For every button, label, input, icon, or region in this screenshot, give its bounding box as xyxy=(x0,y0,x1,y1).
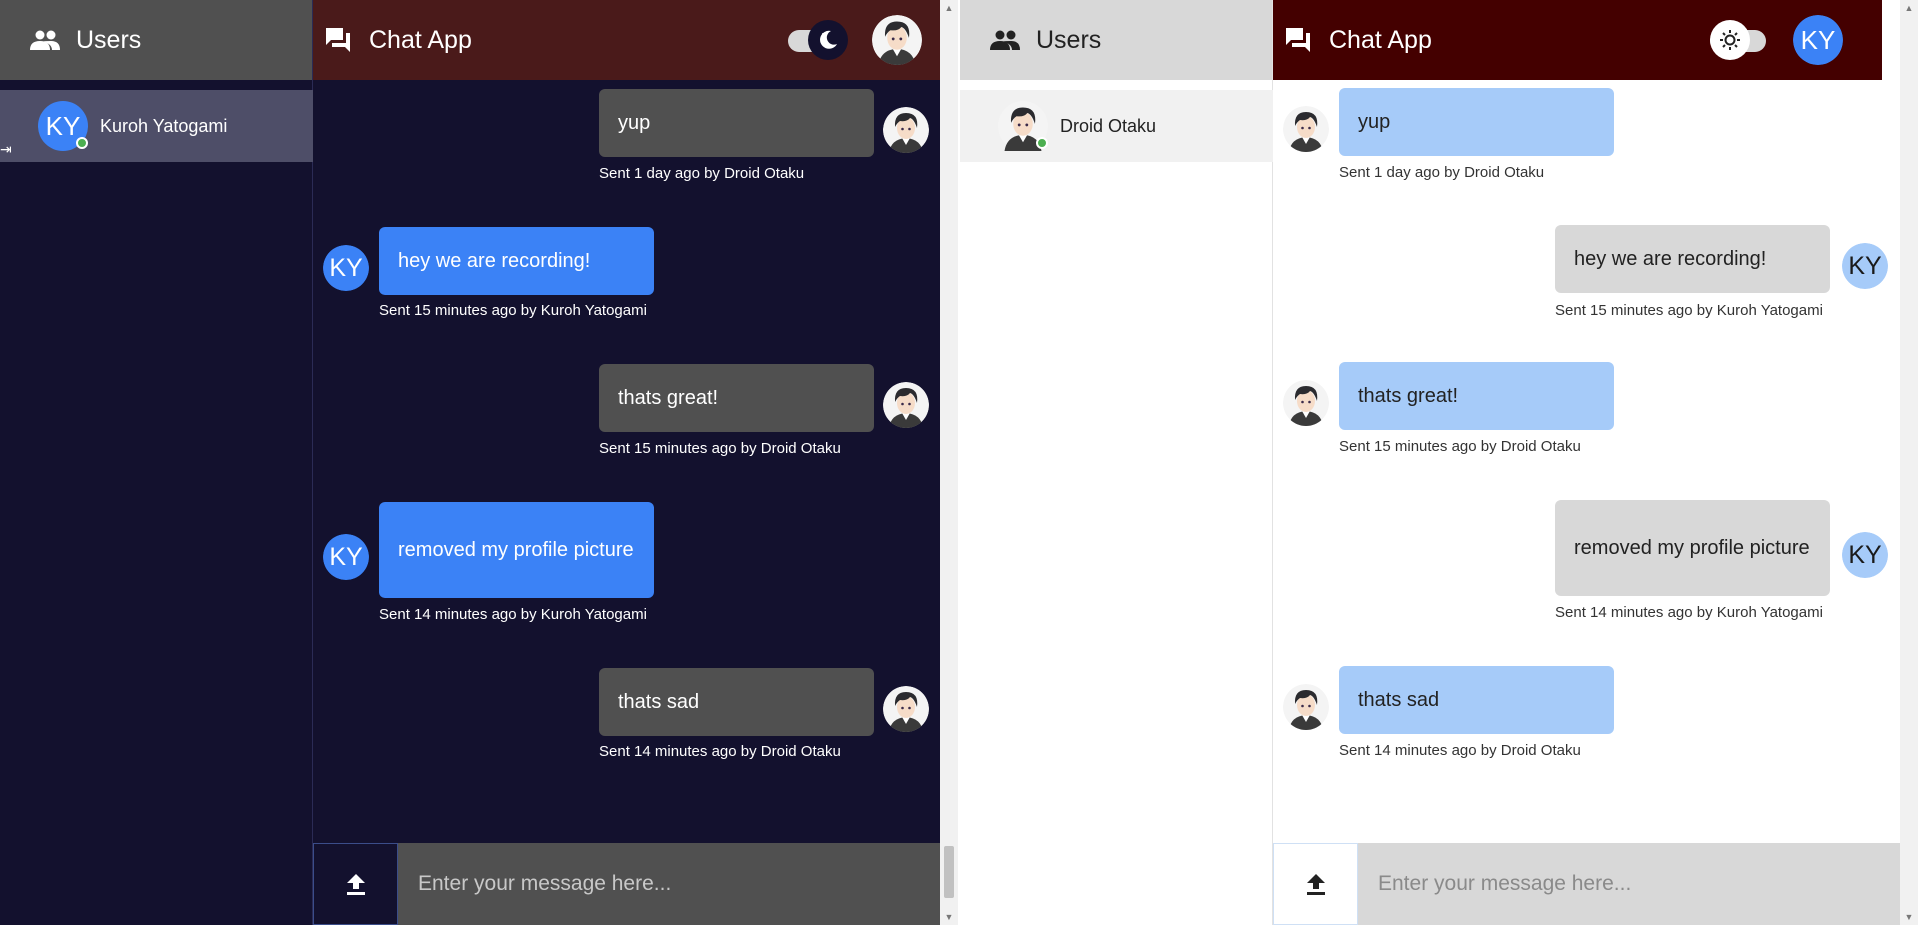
users-sidebar: Users Droid Otaku xyxy=(960,0,1273,925)
dark-chat-window: Users KY Kuroh Yatogami ⇥ Chat App yup S… xyxy=(0,0,940,925)
app-header: Chat App xyxy=(313,0,940,80)
message-caption: Sent 15 minutes ago by Kuroh Yatogami xyxy=(1555,302,1823,319)
user-list-item[interactable]: Droid Otaku xyxy=(960,90,1273,162)
upload-icon xyxy=(1306,874,1325,895)
app-title: Chat App xyxy=(1329,25,1432,54)
sidebar-title: Users xyxy=(1036,25,1102,54)
app-header: Chat App KY xyxy=(1273,0,1882,80)
chat-main: Chat App KY yup Sent 1 day ago by Droid … xyxy=(1273,0,1900,925)
message-bubble: removed my profile picture xyxy=(1555,500,1830,596)
sidebar-header: Users xyxy=(960,0,1272,80)
moon-icon xyxy=(808,20,848,60)
sender-avatar xyxy=(1283,684,1329,730)
message-caption: Sent 15 minutes ago by Kuroh Yatogami xyxy=(379,302,647,319)
chat-icon xyxy=(326,28,350,52)
message-composer xyxy=(1273,843,1900,925)
user-name: Kuroh Yatogami xyxy=(100,115,228,136)
profile-avatar[interactable]: KY xyxy=(1793,15,1843,65)
upload-button[interactable] xyxy=(1273,843,1358,925)
message-caption: Sent 15 minutes ago by Droid Otaku xyxy=(1339,438,1581,455)
theme-toggle[interactable] xyxy=(1710,20,1770,60)
sender-avatar xyxy=(1283,106,1329,152)
sender-avatar: KY xyxy=(323,245,369,291)
message-bubble: removed my profile picture xyxy=(379,502,654,598)
sender-avatar: KY xyxy=(1842,243,1888,289)
message-bubble: thats sad xyxy=(1339,666,1614,734)
sender-avatar xyxy=(883,686,929,732)
scroll-up-icon[interactable]: ▲ xyxy=(940,0,958,16)
users-icon xyxy=(990,30,1020,50)
theme-toggle[interactable] xyxy=(788,20,848,60)
message-bubble: yup xyxy=(599,89,874,157)
app-title: Chat App xyxy=(369,25,472,54)
user-name: Droid Otaku xyxy=(1060,115,1157,136)
sun-icon xyxy=(1710,20,1750,60)
message-input[interactable] xyxy=(1358,843,1900,925)
chat-icon xyxy=(1286,28,1310,52)
user-avatar: KY xyxy=(38,101,88,151)
upload-icon xyxy=(346,874,365,895)
message-caption: Sent 14 minutes ago by Droid Otaku xyxy=(1339,742,1581,759)
message-caption: Sent 1 day ago by Droid Otaku xyxy=(599,165,805,182)
message-caption: Sent 14 minutes ago by Kuroh Yatogami xyxy=(379,606,647,623)
light-chat-window: Users Droid Otaku Chat App KY yup Sent 1… xyxy=(960,0,1900,925)
message-caption: Sent 14 minutes ago by Droid Otaku xyxy=(599,743,841,760)
message-bubble: thats great! xyxy=(599,364,874,432)
users-icon xyxy=(30,30,60,50)
profile-avatar[interactable] xyxy=(872,15,922,65)
sidebar-title: Users xyxy=(76,25,142,54)
upload-button[interactable] xyxy=(313,843,398,925)
sidebar-header: Users xyxy=(0,0,312,80)
message-bubble: thats sad xyxy=(599,668,874,736)
scroll-down-icon[interactable]: ▼ xyxy=(940,909,958,925)
chat-main: Chat App yup Sent 1 day ago by Droid Ota… xyxy=(313,0,940,925)
sender-avatar xyxy=(883,382,929,428)
message-caption: Sent 1 day ago by Droid Otaku xyxy=(1339,164,1545,181)
scroll-down-icon[interactable]: ▼ xyxy=(1900,909,1918,925)
online-indicator xyxy=(1036,137,1048,149)
users-sidebar: Users KY Kuroh Yatogami ⇥ xyxy=(0,0,313,925)
message-input[interactable] xyxy=(398,843,940,925)
message-caption: Sent 15 minutes ago by Droid Otaku xyxy=(599,440,841,457)
cursor-icon: ⇥ xyxy=(0,141,12,157)
user-list-item[interactable]: KY Kuroh Yatogami xyxy=(0,90,313,162)
scroll-up-icon[interactable]: ▲ xyxy=(1900,0,1918,16)
scrollbar[interactable]: ▲ ▼ xyxy=(940,0,958,925)
sender-avatar: KY xyxy=(323,534,369,580)
message-caption: Sent 14 minutes ago by Kuroh Yatogami xyxy=(1555,604,1823,621)
message-bubble: hey we are recording! xyxy=(1555,225,1830,293)
sender-avatar xyxy=(883,107,929,153)
message-composer xyxy=(313,843,940,925)
sender-avatar xyxy=(1283,380,1329,426)
message-bubble: hey we are recording! xyxy=(379,227,654,295)
scroll-thumb[interactable] xyxy=(944,846,954,898)
message-bubble: thats great! xyxy=(1339,362,1614,430)
user-avatar xyxy=(998,101,1048,151)
message-bubble: yup xyxy=(1339,88,1614,156)
sender-avatar: KY xyxy=(1842,532,1888,578)
scrollbar[interactable]: ▲ ▼ xyxy=(1900,0,1918,925)
online-indicator xyxy=(76,137,88,149)
